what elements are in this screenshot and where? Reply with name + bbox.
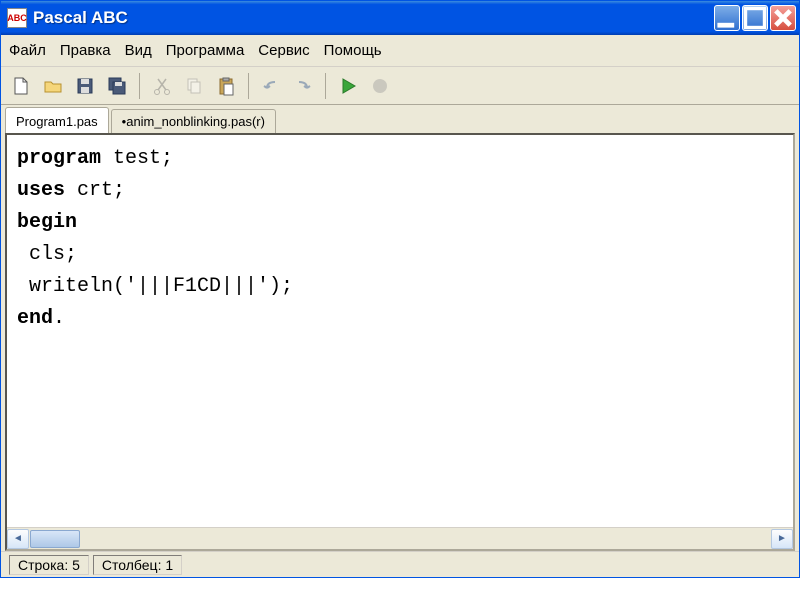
copy-button[interactable]	[180, 72, 208, 100]
scroll-left-button[interactable]: ◄	[7, 529, 29, 549]
keyword: program	[17, 147, 101, 170]
toolbar	[1, 67, 799, 105]
code-text: writeln('|||F1CD|||');	[17, 275, 293, 298]
horizontal-scrollbar[interactable]: ◄ ►	[7, 527, 793, 549]
close-button[interactable]	[770, 5, 796, 31]
status-line: Строка: 5	[9, 555, 89, 575]
status-column: Столбец: 1	[93, 555, 182, 575]
code-editor[interactable]: program test; uses crt; begin cls; write…	[7, 135, 793, 527]
toolbar-separator	[139, 73, 140, 99]
stop-button[interactable]	[366, 72, 394, 100]
minimize-button[interactable]	[714, 5, 740, 31]
menu-program[interactable]: Программа	[166, 42, 245, 59]
menu-view[interactable]: Вид	[125, 42, 152, 59]
window-controls	[714, 5, 796, 31]
scroll-thumb[interactable]	[30, 530, 80, 548]
app-window: ABC Pascal ABC Файл Правка Вид Программа…	[0, 0, 800, 578]
cut-button[interactable]	[148, 72, 176, 100]
menu-file[interactable]: Файл	[9, 42, 46, 59]
code-text: test;	[101, 147, 173, 170]
code-text: cls;	[17, 243, 77, 266]
run-button[interactable]	[334, 72, 362, 100]
tab-program1[interactable]: Program1.pas	[5, 107, 109, 133]
app-icon: ABC	[7, 8, 27, 28]
scroll-track[interactable]	[29, 529, 771, 549]
save-button[interactable]	[71, 72, 99, 100]
editor-panel: program test; uses crt; begin cls; write…	[5, 133, 795, 551]
keyword: end	[17, 307, 53, 330]
toolbar-separator	[325, 73, 326, 99]
menubar: Файл Правка Вид Программа Сервис Помощь	[1, 35, 799, 67]
save-all-button[interactable]	[103, 72, 131, 100]
undo-button[interactable]	[257, 72, 285, 100]
titlebar: ABC Pascal ABC	[1, 1, 799, 35]
keyword: begin	[17, 211, 77, 234]
redo-button[interactable]	[289, 72, 317, 100]
menu-service[interactable]: Сервис	[258, 42, 309, 59]
paste-button[interactable]	[212, 72, 240, 100]
open-file-button[interactable]	[39, 72, 67, 100]
window-title: Pascal ABC	[33, 8, 714, 28]
menu-edit[interactable]: Правка	[60, 42, 111, 59]
new-file-button[interactable]	[7, 72, 35, 100]
toolbar-separator	[248, 73, 249, 99]
statusbar: Строка: 5 Столбец: 1	[1, 551, 799, 577]
editor-tabs: Program1.pas •anim_nonblinking.pas(r)	[1, 105, 799, 133]
maximize-button[interactable]	[742, 5, 768, 31]
scroll-right-button[interactable]: ►	[771, 529, 793, 549]
tab-anim-nonblinking[interactable]: •anim_nonblinking.pas(r)	[111, 109, 276, 133]
menu-help[interactable]: Помощь	[324, 42, 382, 59]
code-text: .	[53, 307, 65, 330]
keyword: uses	[17, 179, 65, 202]
code-text: crt;	[65, 179, 125, 202]
